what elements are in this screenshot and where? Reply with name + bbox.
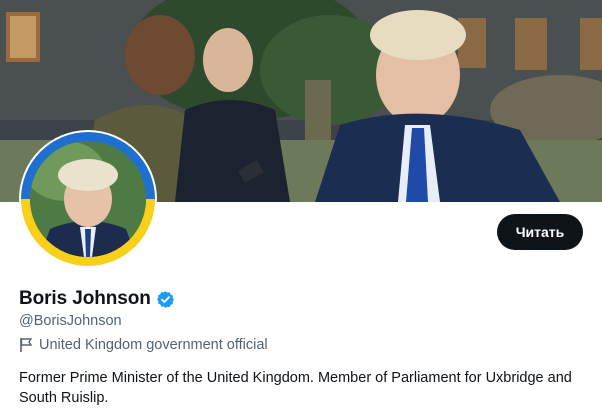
profile-affiliation: United Kingdom government official xyxy=(19,337,268,353)
display-name: Boris Johnson xyxy=(19,288,151,309)
profile-avatar[interactable] xyxy=(19,130,157,268)
follow-button[interactable]: Читать xyxy=(497,214,583,250)
profile-handle: @BorisJohnson xyxy=(19,313,122,329)
profile-name-row: Boris Johnson xyxy=(19,288,175,310)
verified-badge-icon[interactable] xyxy=(156,290,175,309)
profile-bio: Former Prime Minister of the United King… xyxy=(19,370,572,406)
flag-icon xyxy=(19,337,33,353)
affiliation-label: United Kingdom government official xyxy=(39,337,268,353)
avatar-photo xyxy=(30,141,146,257)
